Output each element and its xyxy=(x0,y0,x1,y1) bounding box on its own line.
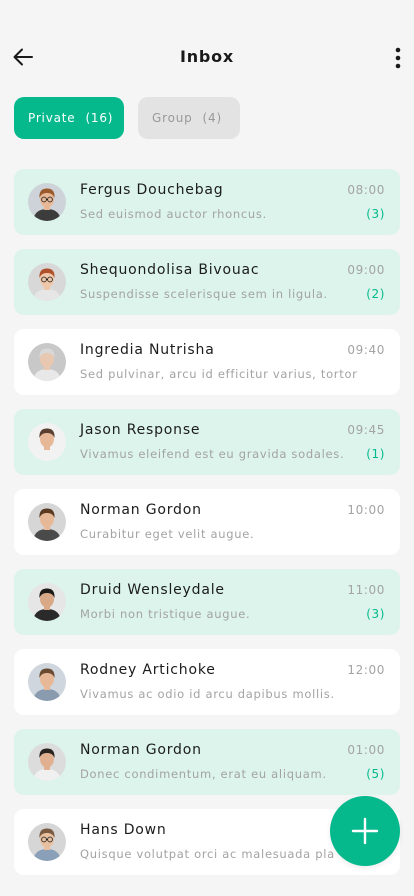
inbox-screen: Inbox Private (16) Group (4) Fergus Douc… xyxy=(0,0,414,896)
avatar-image xyxy=(28,823,66,861)
avatar xyxy=(28,183,66,221)
header: Inbox xyxy=(0,32,414,84)
message-time: 01:00 xyxy=(347,743,385,757)
contact-name: Rodney Artichoke xyxy=(80,662,216,678)
message-list: Fergus Douchebag 08:00 Sed euismod auctor … xyxy=(14,169,400,889)
tab-bar: Private (16) Group (4) xyxy=(14,97,240,139)
message-time: 10:00 xyxy=(347,503,385,517)
avatar xyxy=(28,343,66,381)
avatar xyxy=(28,263,66,301)
avatar-image xyxy=(28,663,66,701)
contact-name: Shequondolisa Bivouac xyxy=(80,262,260,278)
contact-name: Hans Down xyxy=(80,822,167,838)
avatar xyxy=(28,743,66,781)
avatar xyxy=(28,583,66,621)
contact-name: Fergus Douchebag xyxy=(80,182,224,198)
tab-private[interactable]: Private (16) xyxy=(14,97,124,139)
avatar xyxy=(28,823,66,861)
tab-label: Group xyxy=(152,111,193,125)
message-item[interactable]: Shequondolisa Bivouac 09:00 Suspendisse sc… xyxy=(14,249,400,315)
message-item[interactable]: Ingredia Nutrisha 09:40 Sed pulvinar, arcu… xyxy=(14,329,400,395)
message-preview: Vivamus ac odio id arcu dapibus mollis. xyxy=(80,687,335,701)
message-preview: Vivamus eleifend est eu gravida sodales. xyxy=(80,447,345,461)
tab-count: (4) xyxy=(202,111,222,125)
unread-count-badge: (5) xyxy=(366,767,385,781)
message-preview: Donec condimentum, erat eu aliquam. xyxy=(80,767,327,781)
message-item[interactable]: Fergus Douchebag 08:00 Sed euismod auctor … xyxy=(14,169,400,235)
unread-count-badge: (1) xyxy=(366,447,385,461)
tab-group[interactable]: Group (4) xyxy=(138,97,240,139)
new-message-button[interactable] xyxy=(330,796,400,866)
message-time: 09:00 xyxy=(347,263,385,277)
plus-icon xyxy=(351,817,379,845)
message-preview: Sed pulvinar, arcu id efficitur varius, … xyxy=(80,367,358,381)
contact-name: Norman Gordon xyxy=(80,502,202,518)
avatar-image xyxy=(28,343,66,381)
unread-count-badge: (3) xyxy=(366,607,385,621)
contact-name: Jason Response xyxy=(80,422,201,438)
more-button[interactable] xyxy=(386,42,410,74)
page-title: Inbox xyxy=(179,47,235,66)
message-time: 08:00 xyxy=(347,183,385,197)
message-item[interactable]: Druid Wensleydale 11:00 Morbi non tristiqu… xyxy=(14,569,400,635)
message-time: 09:45 xyxy=(347,423,385,437)
contact-name: Norman Gordon xyxy=(80,742,202,758)
unread-count-badge: (3) xyxy=(366,207,385,221)
avatar xyxy=(28,503,66,541)
message-preview: Curabitur eget velit augue. xyxy=(80,527,255,541)
contact-name: Ingredia Nutrisha xyxy=(80,342,215,358)
message-item[interactable]: Norman Gordon 10:00 Curabitur eget velit a… xyxy=(14,489,400,555)
contact-name: Druid Wensleydale xyxy=(80,582,225,598)
message-preview: Morbi non tristique augue. xyxy=(80,607,251,621)
message-time: 11:00 xyxy=(347,583,385,597)
message-preview: Sed euismod auctor rhoncus. xyxy=(80,207,267,221)
unread-count-badge: (2) xyxy=(366,287,385,301)
message-item[interactable]: Rodney Artichoke 12:00 Vivamus ac odio id … xyxy=(14,649,400,715)
avatar-image xyxy=(28,263,66,301)
avatar xyxy=(28,663,66,701)
message-time: 09:40 xyxy=(347,343,385,357)
avatar-image xyxy=(28,503,66,541)
message-item[interactable]: Jason Response 09:45 Vivamus eleifend est … xyxy=(14,409,400,475)
tab-label: Private xyxy=(28,111,76,125)
message-item[interactable]: Norman Gordon 01:00 Donec condimentum, era… xyxy=(14,729,400,795)
avatar-image xyxy=(28,183,66,221)
more-vertical-icon xyxy=(395,47,401,69)
avatar-image xyxy=(28,743,66,781)
avatar-image xyxy=(28,423,66,461)
tab-count: (16) xyxy=(85,111,114,125)
message-preview: Suspendisse scelerisque sem in ligula. xyxy=(80,287,328,301)
avatar xyxy=(28,423,66,461)
message-preview: Quisque volutpat orci ac malesuada pla xyxy=(80,847,335,861)
message-time: 12:00 xyxy=(347,663,385,677)
avatar-image xyxy=(28,583,66,621)
